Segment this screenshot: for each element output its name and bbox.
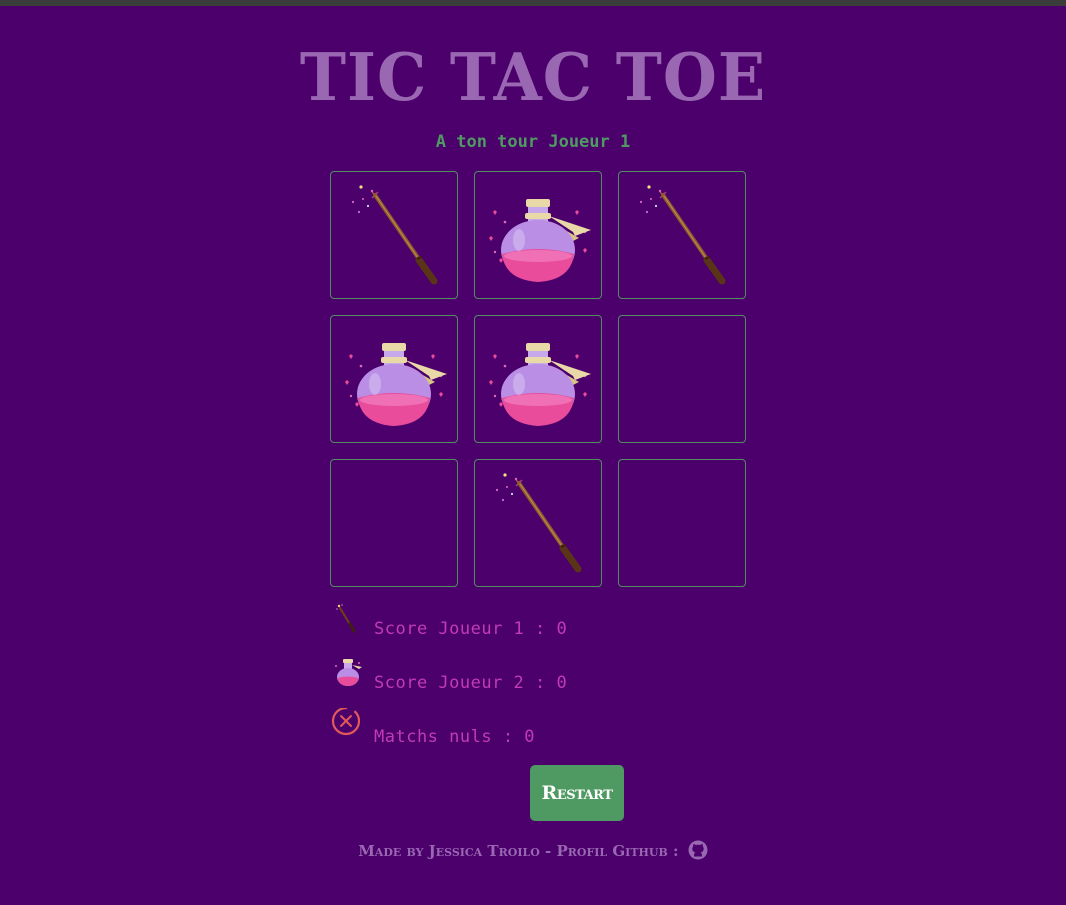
- restart-button[interactable]: Restart: [530, 765, 624, 821]
- score-player2-text: Score Joueur 2 : 0: [374, 673, 568, 693]
- board-cell[interactable]: [618, 315, 746, 443]
- footer: Made by Jessica Troilo - Profil Github :: [0, 840, 1066, 860]
- score-panel: Score Joueur 1 : 0 Score Joueur 2 : 0 Ma…: [330, 600, 730, 762]
- board-cell[interactable]: [330, 315, 458, 443]
- board-cell[interactable]: [474, 315, 602, 443]
- board-cell[interactable]: [330, 459, 458, 587]
- score-player1-text: Score Joueur 1 : 0: [374, 619, 568, 639]
- draw-x-circle-icon: [331, 708, 361, 736]
- potion-icon: [489, 343, 591, 426]
- board-cell[interactable]: [474, 171, 602, 299]
- score-row-player2: Score Joueur 2 : 0: [330, 654, 730, 708]
- page-title: TIC TAC TOE: [299, 39, 767, 116]
- potion-icon: [345, 343, 447, 426]
- wand-icon: [639, 185, 726, 285]
- board-cell[interactable]: [330, 171, 458, 299]
- wand-icon: [336, 604, 356, 633]
- wand-icon: [495, 473, 582, 573]
- potion-icon: [335, 659, 362, 686]
- score-row-player1: Score Joueur 1 : 0: [330, 600, 730, 654]
- turn-indicator: A ton tour Joueur 1: [435, 132, 631, 152]
- footer-credit-text: Made by Jessica Troilo - Profil Github :: [358, 842, 679, 860]
- board-cell[interactable]: [618, 171, 746, 299]
- board-cell[interactable]: [474, 459, 602, 587]
- board-cell[interactable]: [618, 459, 746, 587]
- score-row-draws: Matchs nuls : 0: [330, 708, 730, 762]
- potion-icon: [489, 199, 591, 282]
- github-icon[interactable]: [688, 840, 708, 860]
- window-top-bar: [0, 0, 1066, 6]
- score-draws-text: Matchs nuls : 0: [374, 727, 536, 747]
- game-board: [330, 171, 746, 587]
- wand-icon: [351, 185, 438, 285]
